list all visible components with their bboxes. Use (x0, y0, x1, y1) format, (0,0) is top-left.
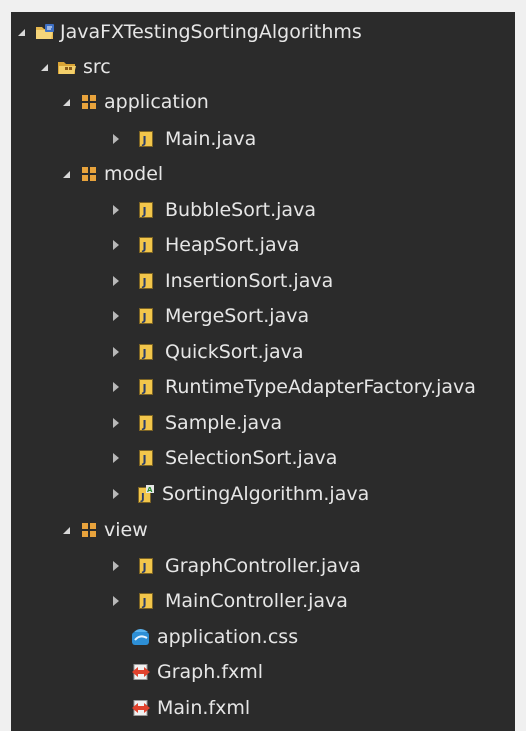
package-label: application (104, 91, 209, 113)
java-file-icon: J (136, 584, 156, 618)
tree-item-file[interactable]: JA SortingAlgorithm.java (11, 477, 515, 511)
src-label: src (83, 56, 111, 78)
svg-text:J: J (142, 205, 147, 218)
file-label: application.css (157, 626, 299, 648)
java-file-icon: J (136, 406, 156, 440)
java-file-icon: J (136, 441, 156, 475)
tree-item-file[interactable]: J RuntimeTypeAdapterFactory.java (11, 370, 515, 404)
tree-item-file[interactable]: Graph.fxml (11, 655, 515, 689)
svg-text:J: J (142, 134, 147, 147)
css-file-icon (131, 620, 151, 654)
svg-text:J: J (142, 418, 147, 431)
svg-text:J: J (142, 311, 147, 324)
file-label: SelectionSort.java (165, 447, 338, 469)
expand-toggle-icon[interactable] (109, 549, 123, 583)
file-label: Sample.java (165, 412, 283, 434)
package-icon (79, 157, 99, 191)
fxml-file-icon (131, 691, 151, 725)
file-label: HeapSort.java (165, 234, 300, 256)
svg-text:J: J (142, 596, 147, 609)
package-label: model (104, 163, 164, 185)
tree-item-project[interactable]: JavaFXTestingSortingAlgorithms (11, 15, 515, 49)
expand-toggle-icon[interactable] (109, 299, 123, 333)
expand-toggle-icon[interactable] (109, 370, 123, 404)
package-icon (79, 85, 99, 119)
abstract-java-file-icon: JA (136, 477, 156, 511)
tree-item-file[interactable]: J BubbleSort.java (11, 193, 515, 227)
file-label: MergeSort.java (165, 305, 310, 327)
collapse-toggle-icon[interactable] (59, 513, 73, 547)
svg-text:J: J (142, 347, 147, 360)
file-label: RuntimeTypeAdapterFactory.java (165, 376, 476, 398)
fxml-file-icon (131, 655, 151, 689)
tree-item-package-view[interactable]: view (11, 513, 515, 547)
file-label: QuickSort.java (165, 341, 304, 363)
tree-item-file[interactable]: J Main.java (11, 122, 515, 156)
expand-toggle-icon[interactable] (109, 335, 123, 369)
expand-toggle-icon[interactable] (109, 228, 123, 262)
java-file-icon: J (136, 335, 156, 369)
file-label: MainController.java (165, 590, 348, 612)
file-label: GraphController.java (165, 555, 361, 577)
tree-item-file[interactable]: J MergeSort.java (11, 299, 515, 333)
tree-item-file[interactable]: J Sample.java (11, 406, 515, 440)
java-file-icon: J (136, 264, 156, 298)
svg-text:J: J (142, 561, 147, 574)
tree-item-file[interactable]: J MainController.java (11, 584, 515, 618)
file-label: SortingAlgorithm.java (162, 483, 370, 505)
file-label: Main.fxml (157, 697, 251, 719)
svg-text:J: J (142, 240, 147, 253)
package-icon (79, 513, 99, 547)
svg-text:J: J (140, 492, 145, 503)
expand-toggle-icon[interactable] (109, 406, 123, 440)
package-explorer: JavaFXTestingSortingAlgorithms src appli… (0, 0, 526, 731)
tree-item-package-application[interactable]: application (11, 85, 515, 119)
tree-item-file[interactable]: Main.fxml (11, 691, 515, 725)
java-file-icon: J (136, 228, 156, 262)
project-label: JavaFXTestingSortingAlgorithms (60, 21, 362, 43)
tree-item-file[interactable]: J HeapSort.java (11, 228, 515, 262)
svg-text:J: J (142, 276, 147, 289)
collapse-toggle-icon[interactable] (37, 50, 51, 84)
file-label: Graph.fxml (157, 661, 264, 683)
collapse-toggle-icon[interactable] (14, 15, 28, 49)
java-file-icon: J (136, 370, 156, 404)
svg-text:J: J (142, 382, 147, 395)
source-folder-icon (57, 50, 77, 84)
tree-item-file[interactable]: J SelectionSort.java (11, 441, 515, 475)
tree-item-file[interactable]: application.css (11, 620, 515, 654)
java-file-icon: J (136, 549, 156, 583)
tree-item-file[interactable]: J InsertionSort.java (11, 264, 515, 298)
expand-toggle-icon[interactable] (109, 441, 123, 475)
tree-item-src[interactable]: src (11, 50, 515, 84)
tree-item-package-model[interactable]: model (11, 157, 515, 191)
collapse-toggle-icon[interactable] (59, 85, 73, 119)
expand-toggle-icon[interactable] (109, 477, 123, 511)
java-file-icon: J (136, 299, 156, 333)
file-label: InsertionSort.java (165, 270, 334, 292)
java-file-icon: J (136, 193, 156, 227)
collapse-toggle-icon[interactable] (59, 157, 73, 191)
expand-toggle-icon[interactable] (109, 122, 123, 156)
tree-item-file[interactable]: J GraphController.java (11, 549, 515, 583)
expand-toggle-icon[interactable] (109, 193, 123, 227)
file-label: BubbleSort.java (165, 199, 316, 221)
project-tree: JavaFXTestingSortingAlgorithms src appli… (11, 12, 515, 731)
expand-toggle-icon[interactable] (109, 264, 123, 298)
file-label: Main.java (165, 128, 257, 150)
package-label: view (104, 519, 148, 541)
tree-item-file[interactable]: J QuickSort.java (11, 335, 515, 369)
java-file-icon: J (136, 122, 156, 156)
svg-text:A: A (147, 486, 153, 494)
svg-text:J: J (142, 453, 147, 466)
java-project-folder-icon (35, 15, 55, 49)
expand-toggle-icon[interactable] (109, 584, 123, 618)
